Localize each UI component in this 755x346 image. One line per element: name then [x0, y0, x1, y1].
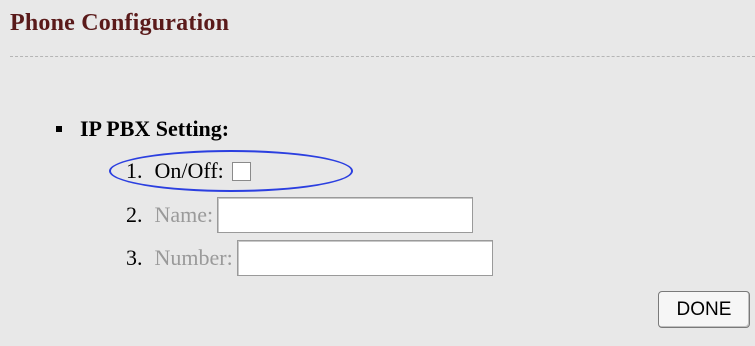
number-field[interactable] — [236, 240, 493, 276]
setting-item-name: 2. Name: — [126, 197, 474, 233]
section-heading: IP PBX Setting: — [80, 116, 230, 141]
ip-pbx-section: IP PBX Setting: — [56, 116, 229, 142]
setting-item-on-off: 1. On/Off: — [126, 158, 251, 184]
item-number: 3. — [126, 245, 143, 270]
item-number: 2. — [126, 202, 143, 227]
item-number: 1. — [126, 158, 143, 183]
on-off-label: On/Off: — [154, 158, 224, 183]
on-off-checkbox[interactable] — [231, 161, 251, 181]
setting-item-number: 3. Number: — [126, 240, 493, 276]
done-button[interactable]: DONE — [658, 291, 750, 328]
name-label: Name: — [154, 202, 214, 227]
title-divider — [10, 56, 755, 57]
page-title: Phone Configuration — [10, 10, 230, 36]
number-label: Number: — [154, 245, 233, 270]
section-heading-row: IP PBX Setting: — [56, 116, 229, 142]
bullet-icon — [56, 126, 62, 132]
name-field[interactable] — [217, 197, 474, 233]
